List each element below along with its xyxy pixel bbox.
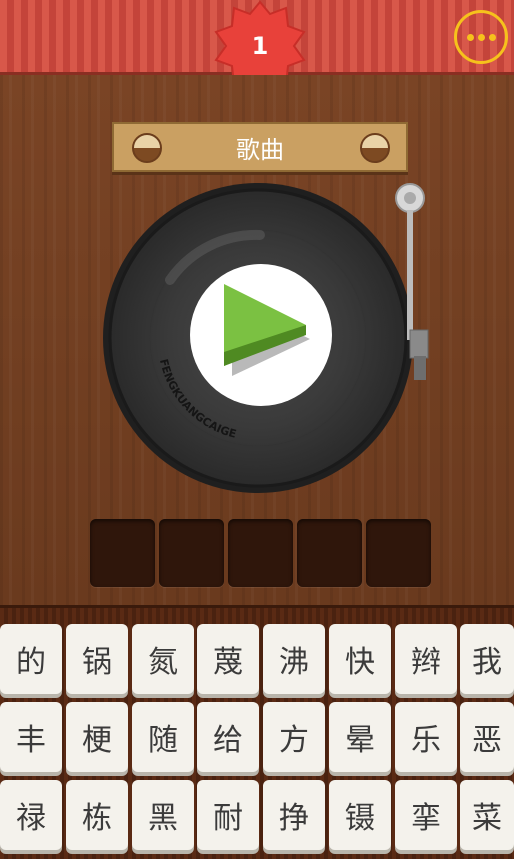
answer-slot[interactable] bbox=[366, 519, 431, 587]
char-key[interactable]: 晕 bbox=[329, 702, 391, 772]
char-key[interactable]: 镊 bbox=[329, 780, 391, 850]
char-key[interactable]: 我 bbox=[460, 624, 514, 694]
char-key[interactable]: 黑 bbox=[132, 780, 194, 850]
char-key[interactable]: 栋 bbox=[66, 780, 128, 850]
char-key[interactable]: 快 bbox=[329, 624, 391, 694]
category-label: 歌曲 bbox=[236, 135, 284, 164]
char-key[interactable]: 蔑 bbox=[197, 624, 259, 694]
char-key[interactable]: 锅 bbox=[66, 624, 128, 694]
play-button[interactable] bbox=[188, 262, 334, 408]
char-key[interactable]: 挛 bbox=[395, 780, 457, 850]
char-key[interactable]: 随 bbox=[132, 702, 194, 772]
answer-slot[interactable] bbox=[297, 519, 362, 587]
char-key[interactable]: 辫 bbox=[395, 624, 457, 694]
character-keyboard: 的 锅 氮 蔑 沸 快 辫 我 丰 梗 随 给 方 晕 乐 恶 禄 栋 黑 耐 … bbox=[0, 605, 514, 859]
char-key[interactable]: 氮 bbox=[132, 624, 194, 694]
char-key[interactable]: 耐 bbox=[197, 780, 259, 850]
menu-button[interactable] bbox=[454, 10, 508, 64]
answer-slots bbox=[90, 519, 432, 587]
char-key[interactable]: 挣 bbox=[263, 780, 325, 850]
char-key[interactable]: 菜 bbox=[460, 780, 514, 850]
char-key[interactable]: 丰 bbox=[0, 702, 62, 772]
char-key[interactable]: 恶 bbox=[460, 702, 514, 772]
char-key[interactable]: 方 bbox=[263, 702, 325, 772]
answer-slot[interactable] bbox=[228, 519, 293, 587]
char-key[interactable]: 的 bbox=[0, 624, 62, 694]
category-plate: 歌曲 bbox=[112, 122, 408, 172]
char-key[interactable]: 梗 bbox=[66, 702, 128, 772]
answer-slot[interactable] bbox=[159, 519, 224, 587]
char-key[interactable]: 禄 bbox=[0, 780, 62, 850]
tonearm bbox=[395, 183, 429, 380]
more-horizontal-icon bbox=[466, 33, 474, 41]
char-key[interactable]: 给 bbox=[197, 702, 259, 772]
char-key[interactable]: 乐 bbox=[395, 702, 457, 772]
answer-slot[interactable] bbox=[90, 519, 155, 587]
char-key[interactable]: 沸 bbox=[263, 624, 325, 694]
